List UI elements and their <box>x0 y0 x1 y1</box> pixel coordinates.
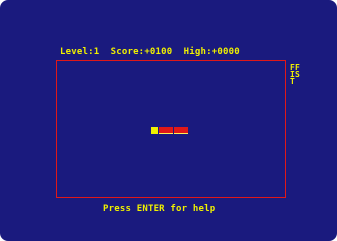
score-label: Score: <box>110 47 145 57</box>
snake-head <box>151 127 158 134</box>
side-label-line: T <box>290 77 296 86</box>
help-prompt: Press ENTER for help <box>103 204 216 214</box>
score-value: +0100 <box>144 47 173 57</box>
level-label: Level: <box>60 47 94 57</box>
snake <box>151 127 189 134</box>
level-value: 1 <box>93 47 100 57</box>
snake-segment <box>181 127 188 134</box>
snake-segment <box>166 127 173 134</box>
snake-segment <box>158 127 166 134</box>
status-bar: Level:1 Score:+0100 High:+0000 <box>60 47 240 57</box>
snake-segment <box>173 127 181 134</box>
high-score-value: +0000 <box>211 47 240 57</box>
game-screen: Level:1 Score:+0100 High:+0000 FF IS T Pre… <box>0 0 337 241</box>
high-score-label: High: <box>183 47 212 57</box>
side-label: FF IS T <box>290 64 300 86</box>
